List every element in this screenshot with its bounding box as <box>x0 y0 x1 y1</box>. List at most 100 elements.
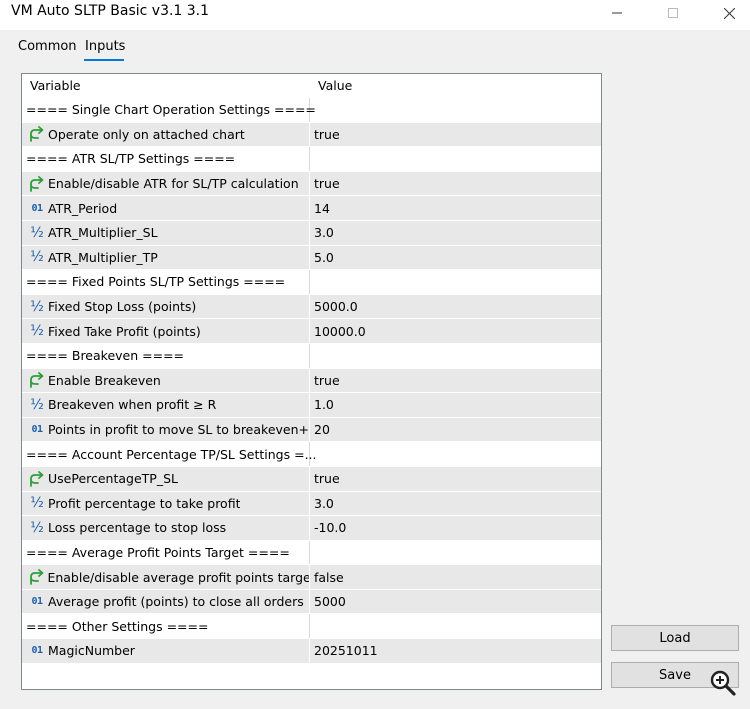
value-cell[interactable]: false <box>310 565 601 589</box>
parameter-row[interactable]: Enable/disable average profit points tar… <box>22 565 601 590</box>
parameter-row[interactable]: 01 MagicNumber 20251011 <box>22 639 601 664</box>
fraction-half-icon: ½ <box>30 249 44 266</box>
value-cell[interactable]: 20251011 <box>310 639 601 663</box>
integer-01-icon: 01 <box>31 424 43 436</box>
value-cell[interactable]: true <box>310 171 601 196</box>
zoom-icon[interactable] <box>709 669 737 697</box>
value-cell[interactable]: true <box>310 122 601 147</box>
integer-01-icon: 01 <box>31 202 43 214</box>
variable-label: ==== Breakeven ==== <box>26 348 185 364</box>
variable-label: Enable/disable ATR for SL/TP calculation <box>48 176 299 192</box>
variable-label: Points in profit to move SL to breakeven… <box>48 422 309 438</box>
variable-cell: ½ Breakeven when profit ≥ R <box>22 393 310 417</box>
variable-cell: ½ Fixed Stop Loss (points) <box>22 294 310 319</box>
group-header-row[interactable]: ==== Breakeven ==== <box>22 343 601 369</box>
variable-label: ==== Other Settings ==== <box>26 618 209 634</box>
maximize-icon[interactable] <box>650 0 696 26</box>
integer-01-icon: 01 <box>31 596 43 608</box>
variable-cell: 01 ATR_Period <box>22 196 310 220</box>
inputs-grid[interactable]: Variable Value ==== Single Chart Operati… <box>21 73 602 690</box>
column-header-value[interactable]: Value <box>318 78 352 93</box>
value-cell[interactable]: -10.0 <box>310 516 601 540</box>
value-cell[interactable]: true <box>310 368 601 393</box>
value-cell[interactable]: 10000.0 <box>310 319 601 343</box>
variable-label: ==== Single Chart Operation Settings ===… <box>26 102 316 118</box>
parameter-row[interactable]: ½ Loss percentage to stop loss -10.0 <box>22 516 601 541</box>
variable-cell: 01 Average profit (points) to close all o… <box>22 589 310 614</box>
fraction-half-icon: ½ <box>30 224 44 241</box>
parameter-row[interactable]: ½ ATR_Multiplier_TP 5.0 <box>22 245 601 271</box>
variable-label: ATR_Multiplier_SL <box>48 225 158 241</box>
variable-cell: 01 MagicNumber <box>22 639 310 663</box>
variable-label: Operate only on attached chart <box>48 126 245 142</box>
parameter-row[interactable]: ½ Breakeven when profit ≥ R 1.0 <box>22 393 601 418</box>
value-cell <box>310 442 601 466</box>
tab-bar: Common Inputs <box>0 30 750 62</box>
variable-cell: ==== Breakeven ==== <box>22 343 310 368</box>
parameter-row[interactable]: 01 Points in profit to move SL to breakev… <box>22 417 601 443</box>
variable-label: ==== Account Percentage TP/SL Settings =… <box>26 446 317 462</box>
group-header-row[interactable]: ==== Fixed Points SL/TP Settings ==== <box>22 270 601 295</box>
column-header-variable[interactable]: Variable <box>30 78 81 93</box>
variable-label: UsePercentageTP_SL <box>48 471 178 487</box>
group-header-row[interactable]: ==== ATR SL/TP Settings ==== <box>22 147 601 172</box>
variable-cell: 01 Points in profit to move SL to breakev… <box>22 417 310 442</box>
variable-label: Average profit (points) to close all ord… <box>48 594 304 610</box>
value-cell[interactable]: 3.0 <box>310 220 601 245</box>
minimize-icon[interactable] <box>594 0 640 26</box>
variable-label: ==== Fixed Points SL/TP Settings ==== <box>26 274 286 290</box>
parameter-row[interactable]: 01 Average profit (points) to close all o… <box>22 589 601 615</box>
variable-label: MagicNumber <box>48 643 135 659</box>
title-bar: VM Auto SLTP Basic v3.1 3.1 <box>0 0 750 30</box>
variable-cell: Operate only on attached chart <box>22 122 310 147</box>
value-cell[interactable]: 5000.0 <box>310 294 601 319</box>
value-cell[interactable]: 3.0 <box>310 491 601 516</box>
variable-cell: ½ ATR_Multiplier_TP <box>22 245 310 270</box>
value-cell[interactable]: 5000 <box>310 589 601 614</box>
value-cell[interactable]: true <box>310 466 601 491</box>
fraction-half-icon: ½ <box>30 396 44 413</box>
value-cell[interactable]: 20 <box>310 417 601 442</box>
parameter-row[interactable]: ½ Fixed Take Profit (points) 10000.0 <box>22 319 601 344</box>
grid-header: Variable Value <box>22 74 601 98</box>
tab-inputs[interactable]: Inputs <box>85 39 125 54</box>
group-header-row[interactable]: ==== Average Profit Points Target ==== <box>22 540 601 566</box>
close-icon[interactable] <box>706 0 750 26</box>
load-button[interactable]: Load <box>611 625 739 651</box>
parameter-row[interactable]: Enable Breakeven true <box>22 368 601 394</box>
value-cell <box>310 344 601 368</box>
variable-cell: ==== Other Settings ==== <box>22 614 310 639</box>
variable-label: Fixed Take Profit (points) <box>48 323 201 339</box>
variable-cell: ½ ATR_Multiplier_SL <box>22 220 310 245</box>
parameter-row[interactable]: ½ Fixed Stop Loss (points) 5000.0 <box>22 294 601 320</box>
arrow-branch-icon <box>26 175 48 193</box>
parameter-row[interactable]: ½ ATR_Multiplier_SL 3.0 <box>22 220 601 246</box>
group-header-row[interactable]: ==== Single Chart Operation Settings ===… <box>22 98 601 123</box>
variable-label: ATR_Period <box>48 200 118 216</box>
group-header-row[interactable]: ==== Other Settings ==== <box>22 614 601 640</box>
parameter-row[interactable]: 01 ATR_Period 14 <box>22 196 601 221</box>
fraction-half-icon: ½ <box>30 298 44 315</box>
integer-01-icon: 01 <box>31 645 43 657</box>
value-cell[interactable]: 1.0 <box>310 393 601 417</box>
variable-cell: Enable Breakeven <box>22 368 310 393</box>
variable-cell: Enable/disable average profit points tar… <box>22 565 310 589</box>
fraction-half-icon: ½ <box>30 323 44 340</box>
value-cell <box>310 98 601 122</box>
variable-label: ==== Average Profit Points Target ==== <box>26 544 290 560</box>
value-cell[interactable]: 5.0 <box>310 245 601 270</box>
fraction-half-icon: ½ <box>30 495 44 512</box>
parameter-row[interactable]: ½ Profit percentage to take profit 3.0 <box>22 491 601 517</box>
variable-label: Breakeven when profit ≥ R <box>48 397 217 413</box>
arrow-branch-icon <box>26 568 47 586</box>
tab-common[interactable]: Common <box>18 39 77 54</box>
fraction-half-icon: ½ <box>30 519 44 536</box>
parameter-row[interactable]: Enable/disable ATR for SL/TP calculation… <box>22 171 601 197</box>
variable-cell: ½ Fixed Take Profit (points) <box>22 319 310 343</box>
parameter-row[interactable]: UsePercentageTP_SL true <box>22 466 601 492</box>
group-header-row[interactable]: ==== Account Percentage TP/SL Settings =… <box>22 442 601 467</box>
active-tab-indicator <box>84 59 124 61</box>
parameter-row[interactable]: Operate only on attached chart true <box>22 122 601 148</box>
value-cell[interactable]: 14 <box>310 196 601 220</box>
arrow-branch-icon <box>26 470 48 488</box>
